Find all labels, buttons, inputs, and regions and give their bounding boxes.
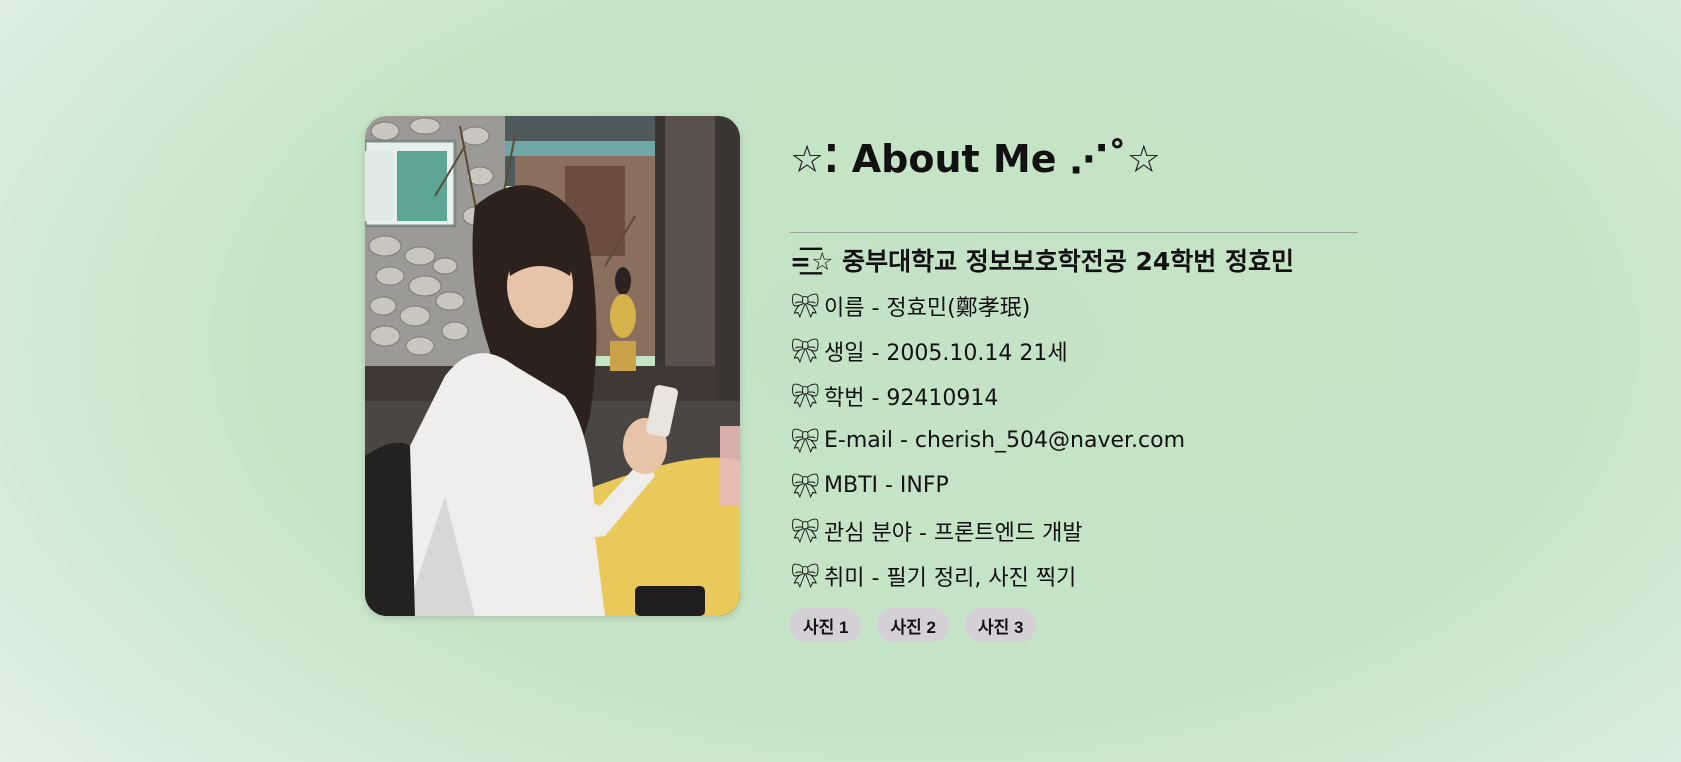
detail-row-email: 🎀︎ E-mail - cherish_504@naver.com bbox=[790, 418, 1358, 463]
detail-text: 생일 - 2005.10.14 21세 bbox=[824, 340, 1068, 366]
profile-subtitle: =͟͟͞͞☆ 중부대학교 정보보호학전공 24학번 정효민 bbox=[790, 247, 1294, 276]
divider bbox=[790, 232, 1358, 233]
ribbon-icon: 🎀︎ bbox=[790, 471, 821, 500]
detail-text: 이름 - 정효민(鄭孝珉) bbox=[824, 295, 1031, 321]
ribbon-icon: 🎀︎ bbox=[790, 291, 821, 320]
detail-text: 취미 - 필기 정리, 사진 찍기 bbox=[824, 565, 1077, 591]
profile-details: 🎀︎ 이름 - 정효민(鄭孝珉) 🎀︎ 생일 - 2005.10.14 21세 … bbox=[790, 283, 1358, 598]
ribbon-icon: 🎀︎ bbox=[790, 561, 821, 590]
detail-row-student-id: 🎀︎ 학번 - 92410914 bbox=[790, 373, 1358, 418]
ribbon-icon: 🎀︎ bbox=[790, 336, 821, 365]
ribbon-icon: 🎀︎ bbox=[790, 426, 821, 455]
detail-text: 학번 - 92410914 bbox=[824, 385, 999, 411]
profile-photo bbox=[365, 116, 740, 616]
photo-3-button[interactable]: 사진 3 bbox=[964, 608, 1037, 642]
ribbon-icon: 🎀︎ bbox=[790, 516, 821, 545]
page-title: ☆⁚ About Me ⋰˚☆ bbox=[790, 137, 1161, 181]
detail-row-birthday: 🎀︎ 생일 - 2005.10.14 21세 bbox=[790, 328, 1358, 373]
photo-buttons: 사진 1 사진 2 사진 3 bbox=[790, 608, 1358, 642]
detail-text: E-mail - cherish_504@naver.com bbox=[824, 428, 1186, 453]
photo-1-button[interactable]: 사진 1 bbox=[790, 608, 862, 642]
detail-row-mbti: 🎀︎ MBTI - INFP bbox=[790, 463, 1358, 508]
detail-row-name: 🎀︎ 이름 - 정효민(鄭孝珉) bbox=[790, 283, 1358, 328]
detail-text: 관심 분야 - 프론트엔드 개발 bbox=[824, 520, 1083, 546]
detail-row-hobby: 🎀︎ 취미 - 필기 정리, 사진 찍기 bbox=[790, 553, 1358, 598]
profile-info: ☆⁚ About Me ⋰˚☆ =͟͟͞͞☆ 중부대학교 정보보호학전공 24학… bbox=[790, 128, 1358, 642]
detail-row-interest: 🎀︎ 관심 분야 - 프론트엔드 개발 bbox=[790, 508, 1358, 553]
photo-2-button[interactable]: 사진 2 bbox=[877, 608, 949, 642]
detail-text: MBTI - INFP bbox=[824, 473, 949, 498]
ribbon-icon: 🎀︎ bbox=[790, 381, 821, 410]
